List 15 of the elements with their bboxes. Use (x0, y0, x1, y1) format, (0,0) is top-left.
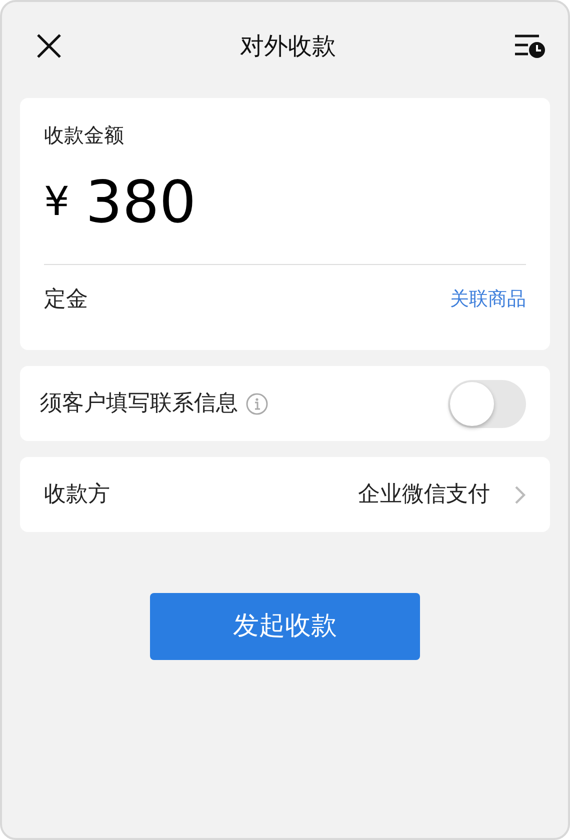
amount-value: 380 (85, 173, 196, 231)
payee-row[interactable]: 收款方 企业微信支付 (20, 457, 550, 532)
chevron-right-icon (514, 484, 526, 504)
contact-label: 须客户填写联系信息 (40, 390, 238, 418)
currency-symbol: ¥ (44, 178, 70, 227)
page-title: 对外收款 (240, 31, 336, 62)
history-list-icon[interactable] (514, 33, 546, 59)
toggle-switch[interactable] (448, 380, 526, 428)
link-products[interactable]: 关联商品 (450, 285, 526, 314)
payee-label: 收款方 (44, 481, 110, 509)
amount-label: 收款金额 (44, 122, 125, 149)
remark-text: 定金 (44, 286, 88, 314)
payee-value: 企业微信支付 (358, 481, 490, 509)
submit-button[interactable]: 发起收款 (150, 593, 420, 660)
close-icon[interactable] (36, 33, 62, 59)
